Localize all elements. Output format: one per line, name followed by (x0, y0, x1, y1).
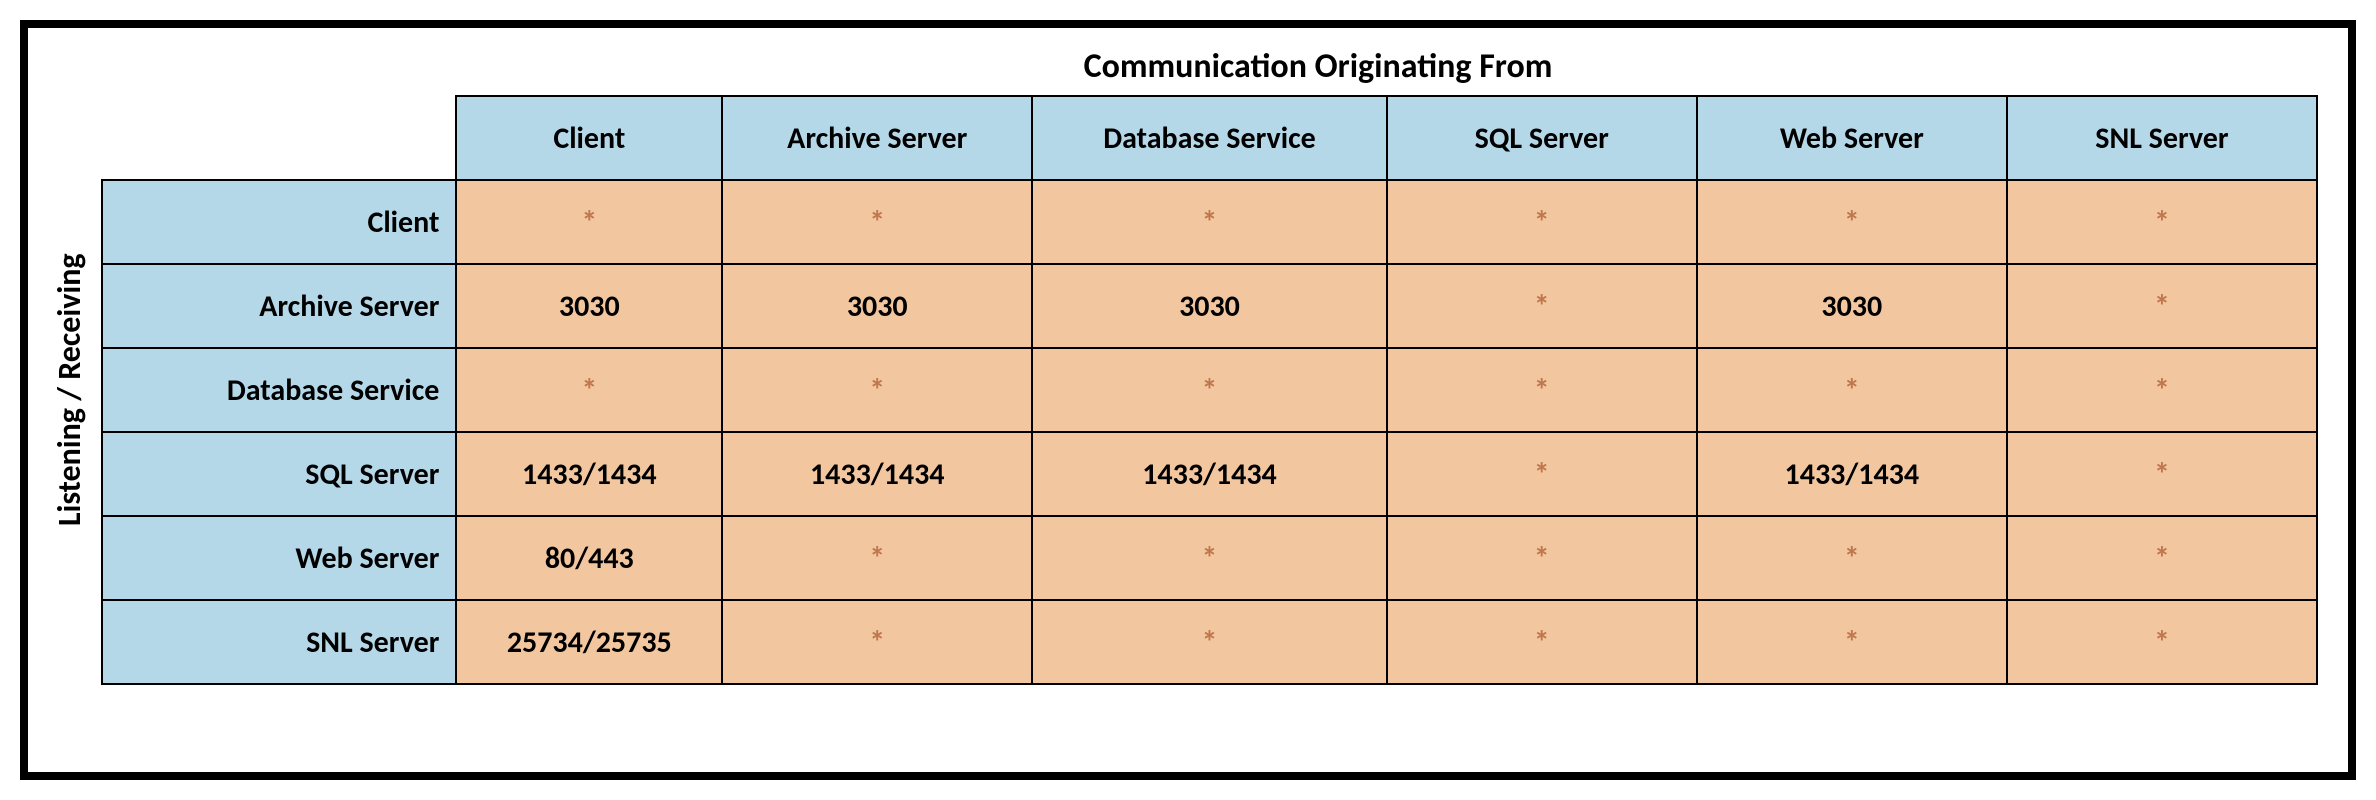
asterisk-icon: * (581, 371, 597, 410)
table-row: Web Server80/443 * * * * * (102, 516, 2317, 600)
data-cell: * (2007, 180, 2317, 264)
asterisk-icon: * (2154, 203, 2170, 242)
row-header: Database Service (102, 348, 456, 432)
data-cell: 25734/25735 (456, 600, 722, 684)
port-matrix-frame: Communication Originating From Listening… (20, 20, 2356, 780)
data-cell: * (1387, 264, 1697, 348)
asterisk-icon: * (869, 371, 885, 410)
data-cell: * (456, 348, 722, 432)
side-axis-label: Listening / Receiving (38, 110, 101, 670)
data-cell: * (1032, 516, 1386, 600)
data-cell: * (1387, 348, 1697, 432)
table-row: Database Service * * * * * * (102, 348, 2317, 432)
asterisk-icon: * (1844, 623, 1860, 662)
port-matrix-table: Client Archive Server Database Service S… (101, 95, 2318, 685)
asterisk-icon: * (1202, 539, 1218, 578)
asterisk-icon: * (869, 539, 885, 578)
data-cell: 3030 (1032, 264, 1386, 348)
data-cell: * (1032, 180, 1386, 264)
data-cell: * (1387, 432, 1697, 516)
asterisk-icon: * (1534, 455, 1550, 494)
asterisk-icon: * (1844, 539, 1860, 578)
table-row: SNL Server25734/25735 * * * * * (102, 600, 2317, 684)
data-cell: * (2007, 516, 2317, 600)
row-header: Archive Server (102, 264, 456, 348)
data-cell: * (1387, 600, 1697, 684)
data-cell: * (2007, 600, 2317, 684)
data-cell: 1433/1434 (1032, 432, 1386, 516)
asterisk-icon: * (1844, 203, 1860, 242)
data-cell: * (722, 516, 1032, 600)
grid-wrap: Listening / Receiving Client Archive Ser… (28, 95, 2348, 715)
col-header: Archive Server (722, 96, 1032, 180)
data-cell: * (1387, 516, 1697, 600)
asterisk-icon: * (1534, 371, 1550, 410)
table-row: Client * * * * * * (102, 180, 2317, 264)
data-cell: * (2007, 264, 2317, 348)
asterisk-icon: * (1844, 371, 1860, 410)
row-header: SQL Server (102, 432, 456, 516)
data-cell: * (1697, 348, 2007, 432)
row-header: Client (102, 180, 456, 264)
col-header: Client (456, 96, 722, 180)
column-header-row: Client Archive Server Database Service S… (102, 96, 2317, 180)
data-cell: 1433/1434 (1697, 432, 2007, 516)
table-row: Archive Server303030303030*3030* (102, 264, 2317, 348)
asterisk-icon: * (2154, 539, 2170, 578)
data-cell: * (722, 348, 1032, 432)
asterisk-icon: * (2154, 371, 2170, 410)
data-cell: * (2007, 432, 2317, 516)
asterisk-icon: * (1534, 203, 1550, 242)
data-cell: * (456, 180, 722, 264)
data-cell: * (2007, 348, 2317, 432)
data-cell: * (1032, 348, 1386, 432)
data-cell: 1433/1434 (722, 432, 1032, 516)
asterisk-icon: * (1534, 287, 1550, 326)
row-header: Web Server (102, 516, 456, 600)
row-header: SNL Server (102, 600, 456, 684)
data-cell: * (1697, 180, 2007, 264)
asterisk-icon: * (1202, 203, 1218, 242)
asterisk-icon: * (869, 203, 885, 242)
data-cell: 3030 (456, 264, 722, 348)
data-cell: * (1697, 516, 2007, 600)
table-row: SQL Server1433/14341433/14341433/1434*14… (102, 432, 2317, 516)
asterisk-icon: * (1534, 623, 1550, 662)
asterisk-icon: * (1202, 371, 1218, 410)
asterisk-icon: * (2154, 455, 2170, 494)
data-cell: * (1032, 600, 1386, 684)
asterisk-icon: * (2154, 287, 2170, 326)
asterisk-icon: * (581, 203, 597, 242)
col-header: SNL Server (2007, 96, 2317, 180)
asterisk-icon: * (2154, 623, 2170, 662)
asterisk-icon: * (1534, 539, 1550, 578)
data-cell: * (722, 600, 1032, 684)
top-axis-label: Communication Originating From (28, 46, 2348, 87)
data-cell: * (1387, 180, 1697, 264)
data-cell: * (1697, 600, 2007, 684)
col-header: SQL Server (1387, 96, 1697, 180)
data-cell: 3030 (722, 264, 1032, 348)
asterisk-icon: * (1202, 623, 1218, 662)
asterisk-icon: * (869, 623, 885, 662)
col-header: Web Server (1697, 96, 2007, 180)
corner-cell (102, 96, 456, 180)
col-header: Database Service (1032, 96, 1386, 180)
data-cell: 80/443 (456, 516, 722, 600)
data-cell: * (722, 180, 1032, 264)
data-cell: 3030 (1697, 264, 2007, 348)
data-cell: 1433/1434 (456, 432, 722, 516)
